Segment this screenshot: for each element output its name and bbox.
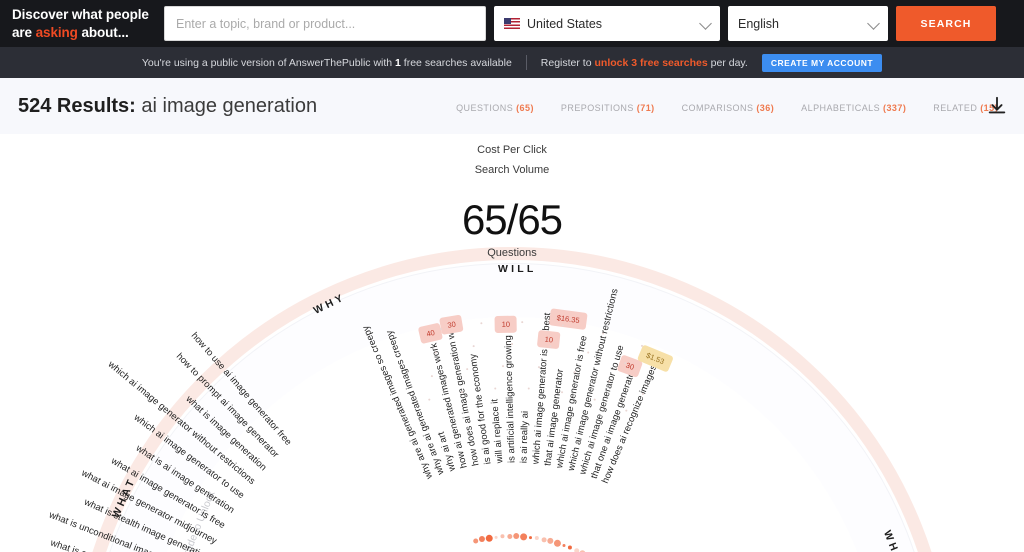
- wheel-panel-tick: [538, 366, 540, 368]
- tab-prepositions-label: PREPOSITIONS: [561, 103, 634, 113]
- tagline-line-2-pre: are: [12, 25, 36, 40]
- page-title: 524 Results: ai image generation: [18, 95, 317, 118]
- tab-alphabeticals-count: (337): [883, 103, 906, 113]
- notice-register-text: Register to unlock 3 free searches per d…: [541, 57, 748, 69]
- wheel-panel-tick: [466, 368, 468, 370]
- chevron-down-icon: [699, 17, 712, 30]
- wheel-volume-dot: [574, 548, 579, 552]
- wheel-panel-tick: [641, 345, 643, 347]
- tab-comparisons[interactable]: COMPARISONS (36): [682, 103, 775, 113]
- wheel-value-pill[interactable]: 10: [495, 316, 518, 333]
- tab-prepositions[interactable]: PREPOSITIONS (71): [561, 103, 655, 113]
- wheel-panel-tick: [587, 352, 589, 354]
- wheel-panel-tick: [624, 362, 626, 364]
- brand-tagline: Discover what people are asking about...: [8, 6, 156, 41]
- us-flag-icon: [504, 18, 520, 29]
- country-select-value: United States: [527, 17, 602, 31]
- question-wheel-visualization[interactable]: WHATWHYWILLWHOUpgrade to UnlockUpgrade t…: [0, 134, 1024, 552]
- legend-search-volume: Search Volume: [0, 164, 1024, 176]
- result-tabs: QUESTIONS (65) PREPOSITIONS (71) COMPARI…: [456, 99, 998, 113]
- wheel-panel-tick: [642, 393, 644, 395]
- download-icon[interactable]: [986, 95, 1008, 117]
- wheel-panel-tick: [494, 387, 496, 389]
- wheel-panel-tick: [625, 410, 627, 412]
- notice-text-pre: You're using a public version of AnswerT…: [142, 57, 395, 69]
- chevron-down-icon: [867, 17, 880, 30]
- wheel-panel-tick: [561, 391, 563, 393]
- wheel-panel-tick: [602, 332, 604, 334]
- language-select[interactable]: English: [728, 6, 888, 41]
- notice-usage-text: You're using a public version of AnswerT…: [142, 57, 512, 69]
- notice-text-mid: free searches available: [401, 57, 512, 69]
- wheel-question-label[interactable]: is ai really ai: [517, 411, 529, 464]
- wheel-volume-dot: [479, 536, 485, 542]
- wheel-volume-dot: [500, 534, 504, 538]
- wheel-panel-tick: [528, 387, 530, 389]
- wheel-volume-dot: [494, 535, 497, 538]
- wheel-panel-tick: [562, 325, 564, 327]
- wheel-panel-tick: [549, 345, 551, 347]
- wheel-category-label-will[interactable]: WILL: [498, 263, 536, 275]
- tagline-line-1: Discover what people: [12, 7, 149, 22]
- wheel-panel-tick: [608, 380, 610, 382]
- tagline-line-2-post: about...: [78, 25, 129, 40]
- wheel-volume-dot: [473, 538, 478, 543]
- tab-comparisons-count: (36): [756, 103, 774, 113]
- question-count-total: 65/65: [0, 196, 1024, 244]
- wheel-panel-tick: [480, 322, 482, 324]
- wheel-volume-dot: [547, 538, 553, 544]
- wheel-volume-dot: [535, 536, 539, 540]
- wheel-panel-tick: [440, 328, 442, 330]
- results-header: 524 Results: ai image generation QUESTIO…: [0, 78, 1024, 134]
- wheel-volume-dot: [507, 534, 512, 539]
- wheel-volume-dot: [528, 536, 531, 539]
- search-input[interactable]: [164, 6, 486, 41]
- wheel-panel-tick: [521, 321, 523, 323]
- language-select-value: English: [738, 17, 779, 31]
- wheel-panel-tick: [428, 399, 430, 401]
- wheel-volume-dot: [562, 543, 565, 546]
- wheel-panel-tick: [473, 345, 475, 347]
- wheel-volume-dot: [568, 545, 572, 549]
- tab-questions[interactable]: QUESTIONS (65): [456, 103, 534, 113]
- tab-alphabeticals[interactable]: ALPHABETICALS (337): [801, 103, 906, 113]
- country-select[interactable]: United States: [494, 6, 720, 41]
- tab-comparisons-label: COMPARISONS: [682, 103, 754, 113]
- tab-questions-label: QUESTIONS: [456, 103, 513, 113]
- legend-cost-per-click: Cost Per Click: [0, 144, 1024, 156]
- tab-alphabeticals-label: ALPHABETICALS: [801, 103, 880, 113]
- tagline-highlight: asking: [36, 25, 78, 40]
- tab-questions-count: (65): [516, 103, 534, 113]
- wheel-panel-tick: [431, 375, 433, 377]
- tab-related-label: RELATED: [933, 103, 977, 113]
- results-keyword: ai image generation: [141, 95, 317, 117]
- register-pre: Register to: [541, 57, 595, 69]
- top-search-bar: Discover what people are asking about...…: [0, 0, 1024, 47]
- wheel-value-pill[interactable]: 30: [439, 314, 464, 334]
- wheel-volume-dot: [485, 534, 492, 541]
- wheel-panel-tick: [435, 352, 437, 354]
- wheel-volume-dot: [513, 533, 519, 539]
- public-version-notice: You're using a public version of AnswerT…: [0, 47, 1024, 78]
- create-account-button[interactable]: CREATE MY ACCOUNT: [762, 54, 882, 72]
- question-count-caption: Questions: [0, 247, 1024, 259]
- wheel-panel-tick: [594, 399, 596, 401]
- wheel-panel-tick: [502, 365, 504, 367]
- register-highlight: unlock 3 free searches: [595, 57, 708, 69]
- wheel-panel-tick: [511, 343, 513, 345]
- notice-divider: [526, 55, 527, 70]
- tab-prepositions-count: (71): [637, 103, 655, 113]
- wheel-panel-tick: [461, 391, 463, 393]
- results-count: 524 Results:: [18, 95, 136, 117]
- wheel-volume-dot: [520, 533, 527, 540]
- search-button[interactable]: SEARCH: [896, 6, 996, 41]
- wheel-panel-tick: [574, 371, 576, 373]
- register-post: per day.: [708, 57, 748, 69]
- wheel-volume-dot: [541, 537, 546, 542]
- wheel-volume-dot: [553, 539, 560, 546]
